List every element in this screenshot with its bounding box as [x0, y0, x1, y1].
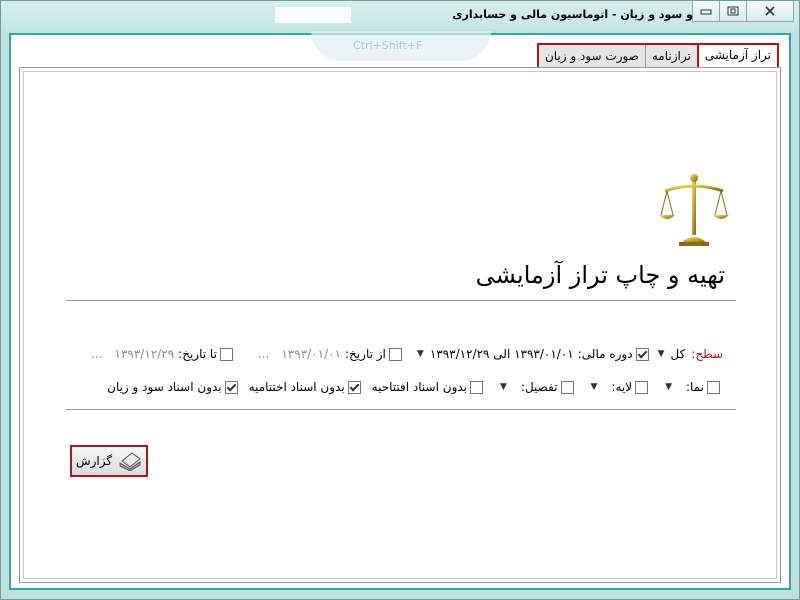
no-pl-docs-label: بدون اسناد سود و زیان — [107, 380, 222, 394]
detail-checkbox[interactable] — [560, 380, 574, 394]
layer-dropdown-icon[interactable]: ▼ — [591, 382, 598, 392]
title-bar: گزارشات تراز و سود و زیان - اتوماسیون ما… — [1, 1, 799, 29]
filters-divider — [66, 409, 736, 410]
from-date-picker-button[interactable]: ... — [258, 347, 269, 361]
maximize-button[interactable] — [719, 1, 747, 22]
close-button[interactable] — [746, 1, 794, 22]
nama-dropdown-icon[interactable]: ▼ — [665, 382, 672, 392]
maximize-icon — [727, 6, 739, 16]
tab-content — [19, 67, 781, 583]
fiscal-period-checkbox[interactable] — [635, 347, 649, 361]
nama-label: نما: — [686, 380, 704, 394]
filter-row-options: نما: ▼ لایه: ▼ تفصیل: ▼ بدون اسناد افتتا… — [107, 380, 723, 394]
app-window: گزارشات تراز و سود و زیان - اتوماسیون ما… — [0, 0, 800, 600]
no-opening-docs-checkbox[interactable] — [470, 380, 483, 394]
fiscal-period-label: دوره مالی: — [577, 347, 633, 361]
page-title: تهیه و چاپ تراز آزمایشی — [475, 261, 725, 289]
to-date-checkbox[interactable] — [219, 347, 233, 361]
tab-content-inner — [23, 71, 777, 579]
fiscal-period-value: ۱۳۹۳/۰۱/۰۱ الی ۱۳۹۳/۱۲/۲۹ — [429, 347, 574, 361]
tab-profit-loss[interactable]: صورت سود و زیان — [538, 45, 645, 67]
filter-row-dates: سطح: کل ▼ دوره مالی: ۱۳۹۳/۰۱/۰۱ الی ۱۳۹۳… — [91, 347, 723, 361]
no-closing-docs-label: بدون اسناد اختتامیه — [248, 380, 345, 394]
tab-balance-sheet[interactable]: ترازنامه — [644, 45, 697, 67]
title-divider — [66, 300, 736, 301]
level-select[interactable]: کل — [671, 347, 686, 361]
layer-label: لایه: — [611, 380, 633, 394]
print-icon — [119, 452, 141, 471]
fiscal-period-dropdown-icon[interactable]: ▼ — [417, 349, 424, 359]
no-closing-docs-checkbox[interactable] — [347, 380, 361, 394]
report-button[interactable]: گزارش — [70, 445, 148, 477]
tab-trial-balance[interactable]: تراز آزمایشی — [696, 43, 779, 69]
no-opening-docs-label: بدون اسناد افتتاحیه — [371, 380, 467, 394]
minimize-button[interactable] — [692, 1, 720, 22]
minimize-icon — [700, 9, 712, 15]
shortcut-hint: Ctrl+Shift+F — [353, 39, 423, 52]
nama-checkbox[interactable] — [707, 380, 720, 394]
close-icon — [765, 6, 775, 16]
report-tabs: تراز آزمایشی ترازنامه صورت سود و زیان — [536, 43, 779, 69]
title-blank-area — [275, 7, 351, 23]
from-date-input[interactable]: ۱۳۹۳/۰۱/۰۱ — [281, 347, 341, 361]
scale-icon — [659, 174, 729, 246]
report-button-label: گزارش — [75, 454, 113, 468]
from-date-label: از تاریخ: — [345, 347, 386, 361]
to-date-picker-button[interactable]: ... — [91, 347, 102, 361]
layer-checkbox[interactable] — [635, 380, 649, 394]
from-date-checkbox[interactable] — [388, 347, 402, 361]
to-date-label: تا تاریخ: — [178, 347, 217, 361]
level-dropdown-icon[interactable]: ▼ — [658, 349, 665, 359]
detail-label: تفصیل: — [520, 380, 558, 394]
tab-group-other: ترازنامه صورت سود و زیان — [536, 43, 697, 69]
to-date-input[interactable]: ۱۳۹۳/۱۲/۲۹ — [115, 347, 175, 361]
level-label: سطح: — [691, 347, 723, 361]
no-pl-docs-checkbox[interactable] — [224, 380, 238, 394]
detail-dropdown-icon[interactable]: ▼ — [500, 382, 507, 392]
